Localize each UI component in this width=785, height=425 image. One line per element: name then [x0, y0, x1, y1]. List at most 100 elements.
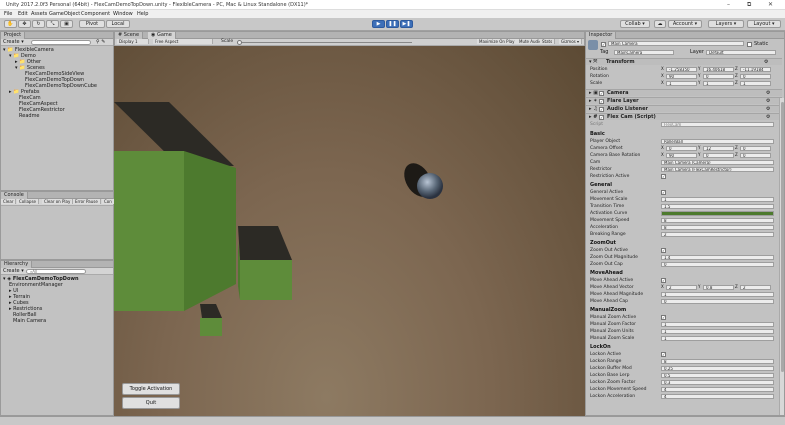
inspector-scroll-thumb[interactable] [781, 102, 784, 372]
tab-console[interactable]: Console [1, 192, 28, 199]
property-checkbox[interactable]: ✓ [661, 352, 666, 357]
transform-position-y[interactable]: 16.40618 [703, 67, 734, 72]
account-button[interactable]: Account ▾ [668, 20, 702, 28]
property-field[interactable]: Main Camera (FlexCamRestrictor) [661, 167, 774, 172]
component-enabled-checkbox[interactable]: ✓ [599, 107, 604, 112]
menu-window[interactable]: Window [113, 11, 133, 17]
transform-scale-y[interactable]: 1 [703, 81, 734, 86]
project-tree-item[interactable]: Readme [19, 113, 40, 119]
tag-dropdown[interactable]: MainCamera [614, 50, 674, 55]
component-enabled-checkbox[interactable]: ✓ [599, 99, 604, 104]
tab-game[interactable]: ◉ Game [148, 32, 176, 39]
menu-help[interactable]: Help [137, 11, 148, 17]
property-field[interactable]: 1 [661, 336, 774, 341]
property-checkbox[interactable]: ✓ [661, 174, 666, 179]
console-clear-on-play-button[interactable]: Clear on Play [42, 199, 74, 204]
minimize-icon[interactable]: – [727, 1, 730, 8]
component-enabled-checkbox[interactable]: ✓ [599, 91, 604, 96]
pivot-toggle[interactable]: Pivot [79, 20, 105, 28]
property-field[interactable]: 1 [661, 322, 774, 327]
local-toggle[interactable]: Local [106, 20, 130, 28]
property-x-field[interactable]: 2 [666, 285, 697, 290]
rotate-tool-icon[interactable]: ↻ [32, 20, 45, 28]
component-header[interactable]: ▸ ♫ ✓ Audio Listener ⚙ [586, 105, 782, 112]
menu-edit[interactable]: Edit [18, 11, 28, 17]
filter-icon[interactable]: ⚲ ✎ [96, 39, 105, 45]
property-y-field[interactable]: 0.8 [703, 285, 734, 290]
stats-button[interactable]: Stats [540, 39, 556, 44]
inspector-scrollbar[interactable] [779, 98, 784, 415]
step-icon[interactable]: ▶❚ [400, 20, 413, 28]
rect-tool-icon[interactable]: ▣ [60, 20, 73, 28]
activation-curve-field[interactable] [661, 211, 774, 216]
layer-dropdown[interactable]: Default [706, 50, 776, 55]
property-field[interactable]: Main Camera (Camera) [661, 160, 774, 165]
cloud-icon[interactable]: ☁ [654, 20, 666, 28]
tab-scene[interactable]: # Scene [115, 32, 144, 39]
property-z-field[interactable]: 0 [740, 153, 771, 158]
transform-position-z[interactable]: -11.19184 [740, 67, 771, 72]
hierarchy-search-input[interactable]: ⌕All [26, 269, 86, 274]
pause-icon[interactable]: ❚❚ [386, 20, 399, 28]
maximize-on-play-button[interactable]: Maximize On Play [477, 39, 518, 44]
property-checkbox[interactable]: ✓ [661, 248, 666, 253]
quit-button[interactable]: Quit [122, 397, 180, 409]
transform-position-x[interactable]: -1.258350 [666, 67, 697, 72]
console-clear-button[interactable]: Clear [1, 199, 17, 204]
game-view[interactable]: Toggle Activation Quit [114, 46, 585, 416]
layers-dropdown[interactable]: Layers ▾ [708, 20, 744, 28]
play-icon[interactable]: ▶ [372, 20, 385, 28]
property-checkbox[interactable]: ✓ [661, 315, 666, 320]
transform-rotation-z[interactable]: 0 [740, 74, 771, 79]
console-collapse-button[interactable]: Collapse [17, 199, 39, 204]
console-editor-button[interactable]: Con [102, 199, 115, 204]
toggle-activation-button[interactable]: Toggle Activation [122, 383, 180, 395]
scale-slider-handle[interactable] [237, 40, 242, 45]
hierarchy-create-button[interactable]: Create ▾ [3, 268, 24, 274]
move-tool-icon[interactable]: ✥ [18, 20, 31, 28]
layout-dropdown[interactable]: Layout ▾ [747, 20, 781, 28]
property-field[interactable]: 1 [661, 197, 774, 202]
component-settings-icon[interactable]: ⚙ [766, 98, 770, 105]
transform-header[interactable]: ▾ ⤧ Transform ⚙ [586, 58, 782, 65]
property-z-field[interactable]: 2 [740, 285, 771, 290]
property-field[interactable]: 0 [661, 262, 774, 267]
property-x-field[interactable]: 0 [666, 146, 697, 151]
property-field[interactable]: 0.5 [661, 373, 774, 378]
property-field[interactable]: 0.3 [661, 380, 774, 385]
component-settings-icon[interactable]: ⚙ [766, 114, 770, 121]
transform-scale-z[interactable]: 1 [740, 81, 771, 86]
property-checkbox[interactable]: ✓ [661, 190, 666, 195]
property-field[interactable]: 0 [661, 299, 774, 304]
property-field[interactable]: 8 [661, 225, 774, 230]
property-field[interactable]: 8 [661, 218, 774, 223]
aspect-dropdown[interactable]: Free Aspect [153, 39, 213, 44]
script-field[interactable]: FlexCam [661, 122, 774, 127]
component-settings-icon[interactable]: ⚙ [766, 106, 770, 113]
component-enabled-checkbox[interactable]: ✓ [599, 115, 604, 120]
menu-gameobject[interactable]: GameObject [49, 11, 80, 17]
component-header[interactable]: ▸ ✶ ✓ Flare Layer ⚙ [586, 97, 782, 104]
display-dropdown[interactable]: Display 1 [117, 39, 149, 44]
property-x-field[interactable]: 90 [666, 153, 697, 158]
collab-button[interactable]: Collab ▾ [620, 20, 650, 28]
property-field[interactable]: 4 [661, 394, 774, 399]
project-create-button[interactable]: Create ▾ [3, 39, 24, 45]
property-field[interactable]: 2 [661, 232, 774, 237]
property-field[interactable]: 1.4 [661, 255, 774, 260]
project-search-input[interactable] [31, 40, 91, 45]
property-checkbox[interactable]: ✓ [661, 278, 666, 283]
gizmos-dropdown[interactable]: Gizmos ▾ [559, 39, 583, 44]
property-field[interactable]: 1 [661, 329, 774, 334]
component-settings-icon[interactable]: ⚙ [764, 59, 768, 66]
menu-component[interactable]: Component [81, 11, 110, 17]
property-field[interactable]: 0.25 [661, 366, 774, 371]
property-y-field[interactable]: 12 [703, 146, 734, 151]
close-icon[interactable]: ✕ [768, 1, 773, 8]
maximize-icon[interactable]: ⧉ [747, 1, 751, 9]
static-checkbox[interactable] [747, 42, 752, 47]
component-settings-icon[interactable]: ⚙ [766, 90, 770, 97]
console-error-pause-button[interactable]: Error Pause [73, 199, 101, 204]
object-name-input[interactable]: Main Camera [608, 41, 744, 46]
hierarchy-item[interactable]: Main Camera [13, 318, 46, 324]
